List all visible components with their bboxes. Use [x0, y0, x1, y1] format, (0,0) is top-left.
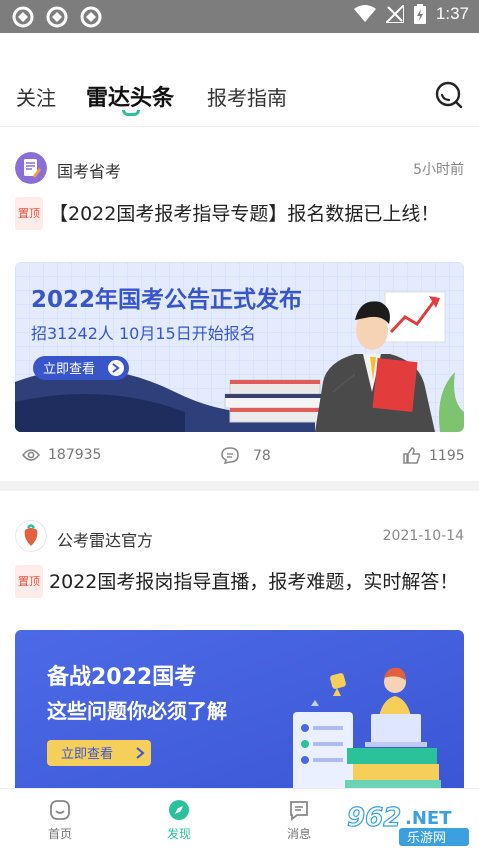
active-tab-indicator — [122, 110, 140, 116]
compass-icon — [169, 800, 189, 820]
likes-count: 1195 — [429, 447, 465, 464]
svg-text:立即查看: 立即查看 — [61, 746, 113, 762]
svg-text:备战2022国考: 备战2022国考 — [46, 664, 196, 690]
nav-messages-label: 消息 — [286, 827, 311, 841]
svg-text:招31242人 10月15日开始报名: 招31242人 10月15日开始报名 — [31, 324, 256, 343]
battery-icon — [413, 4, 426, 24]
eye-icon — [22, 449, 40, 461]
top-tabs: 关注 雷达头条 报考指南 — [0, 78, 479, 118]
svg-text:.NET: .NET — [405, 808, 452, 829]
svg-text:962: 962 — [347, 803, 401, 833]
source-avatar-icon — [15, 520, 47, 552]
pinned-badge: 置顶 — [15, 565, 43, 598]
app-notification-icon — [80, 6, 102, 28]
article-time: 2021-10-14 — [382, 528, 464, 544]
tab-exam-guide[interactable]: 报考指南 — [207, 82, 287, 111]
article-banner-image[interactable]: 备战2022国考 这些问题你必须了解 立即查看 — [15, 630, 464, 795]
status-time: 1:37 — [435, 4, 469, 23]
nav-messages[interactable]: 消息 — [269, 799, 329, 842]
article-banner-image[interactable]: 2022年国考公告正式发布 招31242人 10月15日开始报名 立即查看 — [15, 262, 464, 432]
wifi-icon — [353, 5, 376, 22]
article-source[interactable]: 国考省考 — [57, 158, 121, 182]
section-separator — [0, 481, 479, 491]
svg-text:乐游网: 乐游网 — [407, 831, 446, 846]
nav-home-label: 首页 — [47, 827, 72, 841]
svg-text:立即查看: 立即查看 — [43, 361, 95, 377]
search-icon[interactable] — [434, 80, 464, 110]
message-icon — [290, 801, 308, 821]
app-notification-icon — [12, 6, 34, 28]
article-title[interactable]: 置顶 2022国考报岗指导直播，报考难题，实时解答！ — [15, 565, 465, 598]
tab-following[interactable]: 关注 — [16, 82, 56, 111]
article-title-text: 【2022国考报考指导专题】报名数据已上线！ — [49, 203, 440, 225]
nav-home[interactable]: 首页 — [30, 799, 90, 842]
nav-discover[interactable]: 发现 — [149, 799, 209, 842]
source-avatar-icon — [15, 152, 47, 184]
tab-radar-headlines[interactable]: 雷达头条 — [86, 80, 174, 112]
thumbs-up-icon — [403, 447, 421, 464]
likes-stat[interactable]: 1195 — [403, 447, 465, 464]
article-title[interactable]: 置顶 【2022国考报考指导专题】报名数据已上线！ — [15, 197, 465, 230]
comments-count: 78 — [253, 447, 271, 464]
article-title-text: 2022国考报岗指导直播，报考难题，实时解答！ — [49, 571, 459, 593]
article-time: 5小时前 — [413, 162, 464, 178]
comments-stat[interactable]: 78 — [221, 447, 271, 464]
no-signal-icon — [385, 5, 404, 23]
views-stat: 187935 — [22, 447, 101, 463]
tab-divider — [0, 126, 479, 127]
site-watermark-logo: 962 .NET 乐游网 — [346, 802, 469, 846]
pinned-badge: 置顶 — [15, 197, 43, 230]
article-source[interactable]: 公考雷达官方 — [57, 527, 153, 551]
nav-discover-label: 发现 — [166, 827, 191, 841]
home-icon — [50, 800, 70, 820]
comment-icon — [221, 447, 239, 464]
svg-text:这些问题你必须了解: 这些问题你必须了解 — [47, 699, 227, 723]
views-count: 187935 — [48, 447, 102, 463]
app-notification-icon — [46, 6, 68, 28]
svg-text:2022年国考公告正式发布: 2022年国考公告正式发布 — [31, 286, 302, 313]
article-stats: 187935 78 1195 — [0, 447, 479, 467]
status-bar: 1:37 — [0, 0, 479, 33]
